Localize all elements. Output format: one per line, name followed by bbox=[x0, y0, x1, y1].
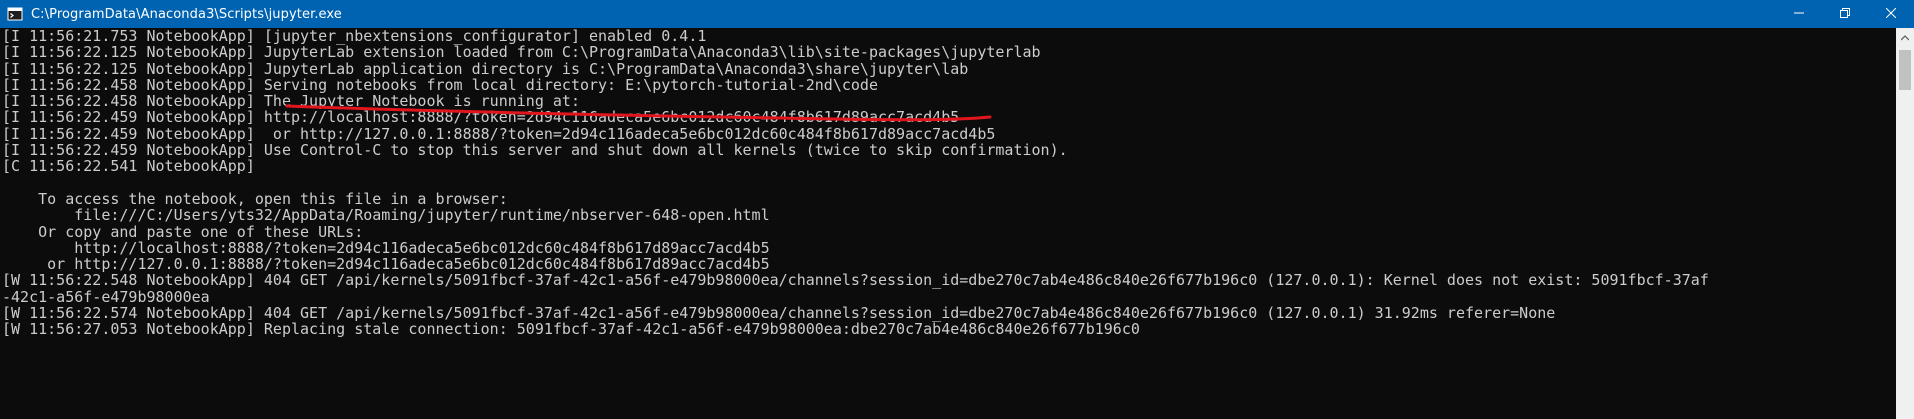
minimize-button[interactable] bbox=[1776, 0, 1822, 28]
console-app-icon bbox=[7, 6, 23, 22]
console-line: [W 11:56:27.053 NotebookApp] Replacing s… bbox=[2, 320, 1140, 339]
console-line: [I 11:56:21.753 NotebookApp] [jupyter_nb… bbox=[2, 28, 707, 45]
restore-icon bbox=[1840, 7, 1850, 22]
console-line: -42c1-a56f-e479b98000ea bbox=[2, 287, 210, 306]
console-line: [I 11:56:22.125 NotebookApp] JupyterLab … bbox=[2, 59, 969, 78]
close-button[interactable] bbox=[1868, 0, 1914, 28]
console-line: [I 11:56:22.459 NotebookApp] Use Control… bbox=[2, 141, 1068, 160]
window-title: C:\ProgramData\Anaconda3\Scripts\jupyter… bbox=[31, 6, 342, 22]
console-line: [W 11:56:22.548 NotebookApp] 404 GET /ap… bbox=[2, 271, 1709, 290]
console-line-serving-directory: [I 11:56:22.458 NotebookApp] Serving not… bbox=[2, 75, 878, 94]
console-line: [I 11:56:22.458 NotebookApp] The Jupyter… bbox=[2, 92, 580, 111]
close-icon bbox=[1885, 7, 1897, 22]
scroll-thumb[interactable] bbox=[1899, 50, 1911, 90]
console-output[interactable]: [I 11:56:21.753 NotebookApp] [jupyter_nb… bbox=[0, 28, 1896, 419]
console-line: [I 11:56:22.459 NotebookApp] or http://1… bbox=[2, 124, 996, 143]
chevron-up-icon bbox=[1900, 28, 1910, 46]
console-line: or http://127.0.0.1:8888/?token=2d94c116… bbox=[2, 255, 770, 274]
window-controls bbox=[1776, 0, 1914, 28]
scroll-up-button[interactable] bbox=[1896, 28, 1914, 45]
maximize-button[interactable] bbox=[1822, 0, 1868, 28]
console-line: http://localhost:8888/?token=2d94c116ade… bbox=[2, 238, 770, 257]
title-bar[interactable]: C:\ProgramData\Anaconda3\Scripts\jupyter… bbox=[0, 0, 1914, 28]
console-line: To access the notebook, open this file i… bbox=[2, 189, 508, 208]
minimize-icon bbox=[1794, 7, 1804, 22]
console-line: [W 11:56:22.574 NotebookApp] 404 GET /ap… bbox=[2, 304, 1556, 323]
console-line: Or copy and paste one of these URLs: bbox=[2, 222, 364, 241]
console-line: file:///C:/Users/yts32/AppData/Roaming/j… bbox=[2, 206, 770, 225]
console-window: C:\ProgramData\Anaconda3\Scripts\jupyter… bbox=[0, 0, 1914, 419]
console-line: [I 11:56:22.459 NotebookApp] http://loca… bbox=[2, 108, 960, 127]
vertical-scrollbar[interactable] bbox=[1896, 28, 1914, 419]
console-line: [C 11:56:22.541 NotebookApp] bbox=[2, 157, 255, 176]
console-line: [I 11:56:22.125 NotebookApp] JupyterLab … bbox=[2, 43, 1041, 62]
